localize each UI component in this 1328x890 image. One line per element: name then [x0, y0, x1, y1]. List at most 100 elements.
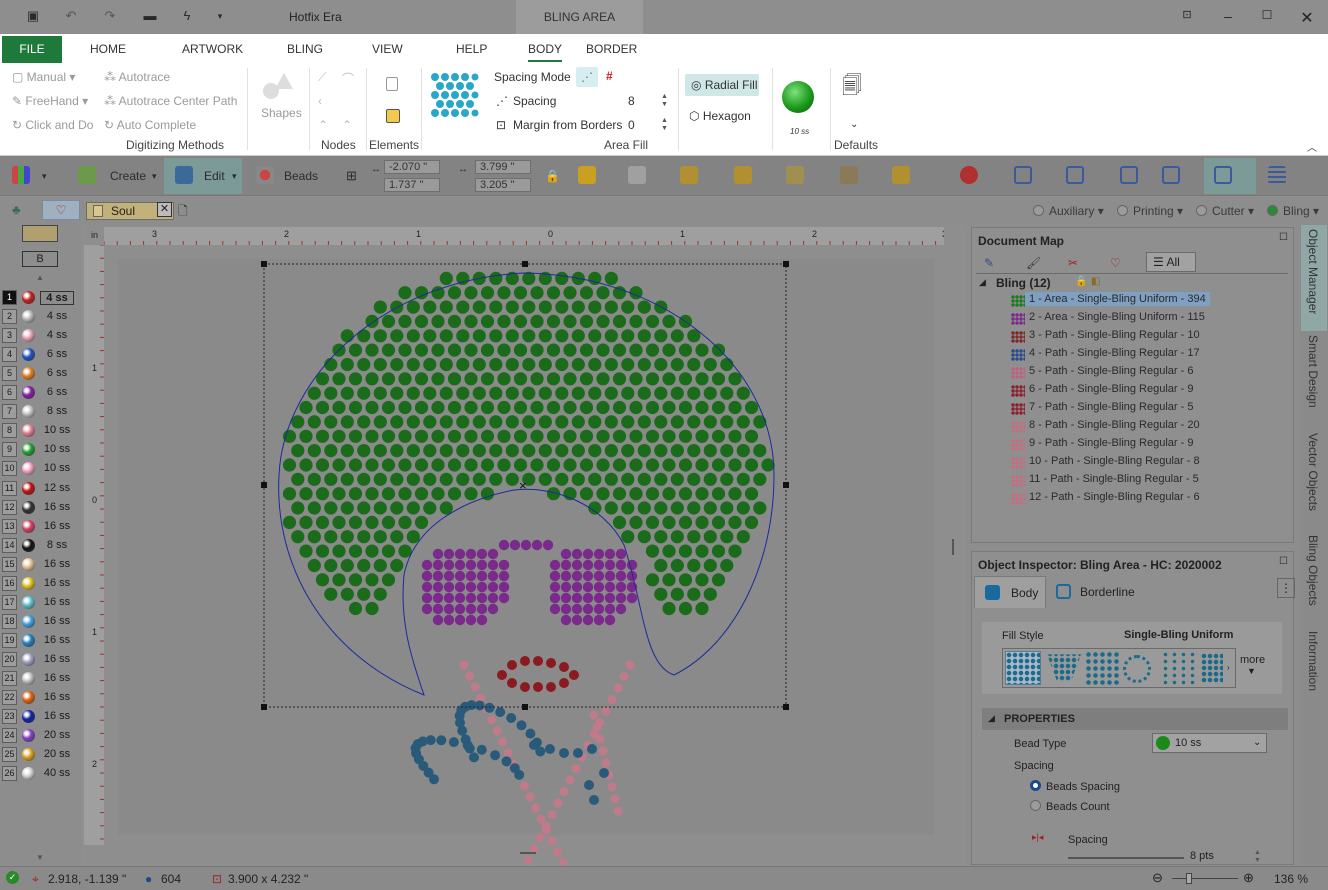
filter-bling-icon[interactable]: ♡: [1110, 256, 1121, 270]
palette-row[interactable]: 9 10 ss: [0, 440, 80, 459]
node-curve-icon[interactable]: ⌒: [342, 70, 354, 87]
tree-item[interactable]: 10 - Path - Single-Bling Regular - 8: [1029, 455, 1200, 467]
spacing-mode-count-button[interactable]: #: [606, 69, 613, 83]
palette-row[interactable]: 25 20 ss: [0, 745, 80, 764]
filter-scissors-icon[interactable]: ✂: [1068, 256, 1078, 270]
edit-button[interactable]: Edit: [204, 162, 225, 190]
manual-button[interactable]: ▢ Manual ▾: [12, 70, 75, 84]
palette-row[interactable]: 7 8 ss: [0, 402, 80, 421]
gallery-next-icon[interactable]: ›: [1227, 663, 1230, 672]
tree-item[interactable]: 4 - Path - Single-Bling Regular - 17: [1029, 347, 1200, 359]
palette-row[interactable]: 1 4 ss: [0, 288, 80, 307]
defaults-icon[interactable]: 🗐: [842, 71, 862, 105]
side-tab-bling-objects[interactable]: Bling Objects: [1306, 535, 1320, 606]
close-button[interactable]: ✕: [1297, 8, 1317, 28]
open-folder-icon[interactable]: ▬: [143, 9, 157, 23]
edit-icon[interactable]: [175, 166, 193, 184]
tree-item[interactable]: 9 - Path - Single-Bling Regular - 9: [1029, 437, 1193, 449]
lightning-icon[interactable]: ϟ: [180, 9, 194, 23]
maximize-button[interactable]: ☐: [1257, 8, 1277, 22]
palette-scroll-up-icon[interactable]: ▲: [36, 273, 44, 282]
collapse-ribbon-icon[interactable]: ︿: [1307, 139, 1317, 154]
filter-brush-icon[interactable]: 🖌: [1026, 256, 1041, 270]
fill-motif-option[interactable]: [1201, 653, 1223, 683]
palette-row[interactable]: 4 6 ss: [0, 345, 80, 364]
shapes-icon[interactable]: [261, 71, 295, 101]
palette-row[interactable]: 20 16 ss: [0, 650, 80, 669]
group-icon[interactable]: [628, 166, 646, 184]
create-icon[interactable]: [78, 166, 96, 184]
tree-collapse-icon[interactable]: ◢: [979, 277, 986, 288]
fill-contour-option[interactable]: [1047, 654, 1081, 682]
palette-row[interactable]: 11 12 ss: [0, 479, 80, 498]
create-button[interactable]: Create: [110, 162, 146, 190]
margin-spinner[interactable]: ▲ ▼: [661, 117, 668, 133]
tree-item[interactable]: 8 - Path - Single-Bling Regular - 20: [1029, 419, 1200, 431]
align-icon[interactable]: [786, 166, 804, 184]
x-position-field[interactable]: -2.070 ": [384, 160, 440, 174]
selection-handle[interactable]: [522, 261, 528, 267]
selection-handle[interactable]: [261, 482, 267, 488]
tree-item[interactable]: 3 - Path - Single-Bling Regular - 10: [1029, 329, 1200, 341]
fill-color-icon[interactable]: [578, 166, 596, 184]
click-and-do-button[interactable]: ↻ Click and Do: [12, 118, 93, 132]
width-field[interactable]: 3.799 ": [475, 160, 531, 174]
inspector-menu-icon[interactable]: ⋮: [1277, 578, 1295, 598]
tree-item[interactable]: 2 - Area - Single-Bling Uniform - 115: [1029, 311, 1205, 323]
tree-item[interactable]: 7 - Path - Single-Bling Regular - 5: [1029, 401, 1193, 413]
tab-borderline-panel[interactable]: Borderline: [1052, 576, 1150, 608]
fill-hatch-option[interactable]: [1085, 651, 1119, 685]
tab-view[interactable]: VIEW: [372, 42, 403, 56]
bling-design[interactable]: ×: [84, 225, 964, 865]
shapes-label[interactable]: Shapes: [261, 106, 302, 120]
palette-row[interactable]: 6 6 ss: [0, 383, 80, 402]
selection-handle[interactable]: [783, 704, 789, 710]
side-tab-vector-objects[interactable]: Vector Objects: [1306, 433, 1320, 511]
horizontal-scroll-thumb[interactable]: [520, 852, 536, 854]
palette-row[interactable]: 18 16 ss: [0, 612, 80, 631]
rotate-icon[interactable]: [892, 166, 910, 184]
palette-row[interactable]: 23 16 ss: [0, 707, 80, 726]
properties-header[interactable]: ◢ PROPERTIES: [982, 708, 1288, 730]
fill-radial-option[interactable]: [1123, 655, 1151, 683]
close-document-icon[interactable]: ✕: [157, 202, 172, 217]
palette-row[interactable]: 21 16 ss: [0, 669, 80, 688]
palette-row[interactable]: 14 8 ss: [0, 536, 80, 555]
palette-header[interactable]: B: [22, 251, 58, 267]
freehand-button[interactable]: ✎ FreeHand ▾: [12, 94, 88, 108]
selection-handle[interactable]: [783, 482, 789, 488]
palette-toggle-icon[interactable]: [22, 225, 58, 242]
tree-item[interactable]: 1 - Area - Single-Bling Uniform - 394: [1025, 292, 1210, 306]
save-icon[interactable]: ▣: [26, 9, 40, 23]
bead-gem-icon[interactable]: [782, 81, 814, 113]
more-dropdown-icon[interactable]: ▼: [1247, 666, 1256, 676]
edit-dropdown-icon[interactable]: ▾: [232, 162, 237, 190]
tree-group-bling[interactable]: Bling (12): [996, 276, 1051, 290]
filter-all-tab[interactable]: ☰ All: [1146, 252, 1196, 272]
canvas-area[interactable]: in 3210123 1012 ×: [84, 225, 964, 865]
zoom-out-icon[interactable]: ⊖: [1152, 870, 1163, 886]
palette-row[interactable]: 16 16 ss: [0, 574, 80, 593]
palette-row[interactable]: 26 40 ss: [0, 764, 80, 783]
radial-fill-button[interactable]: ◎ Radial Fill: [685, 74, 759, 96]
margin-value[interactable]: 0: [628, 118, 635, 132]
redo-icon[interactable]: ↷: [103, 9, 117, 23]
spacing-mode-dots-button[interactable]: ⋰: [576, 67, 598, 87]
fill-pattern-icon[interactable]: [429, 71, 479, 121]
element-break-icon[interactable]: [386, 77, 398, 91]
spacing-pts-value[interactable]: 8 pts: [1190, 850, 1214, 862]
fill-uniform-option[interactable]: [1005, 651, 1041, 685]
selection-handle[interactable]: [522, 704, 528, 710]
palette-row[interactable]: 5 6 ss: [0, 364, 80, 383]
palette-row[interactable]: 8 10 ss: [0, 421, 80, 440]
palette-row[interactable]: 13 16 ss: [0, 517, 80, 536]
beads-count-radio[interactable]: Beads Count: [1030, 800, 1110, 813]
zoom-in-icon[interactable]: ⊕: [1243, 870, 1254, 886]
visibility-icon[interactable]: ◧: [1091, 276, 1100, 287]
zoom-slider-thumb[interactable]: [1186, 873, 1192, 884]
tab-home[interactable]: HOME: [90, 42, 126, 56]
combine-icon[interactable]: [734, 166, 752, 184]
zoom-selection-icon[interactable]: [1162, 166, 1180, 184]
filter-pen-icon[interactable]: ✎: [984, 256, 994, 270]
beads-spacing-radio[interactable]: Beads Spacing: [1030, 780, 1120, 793]
